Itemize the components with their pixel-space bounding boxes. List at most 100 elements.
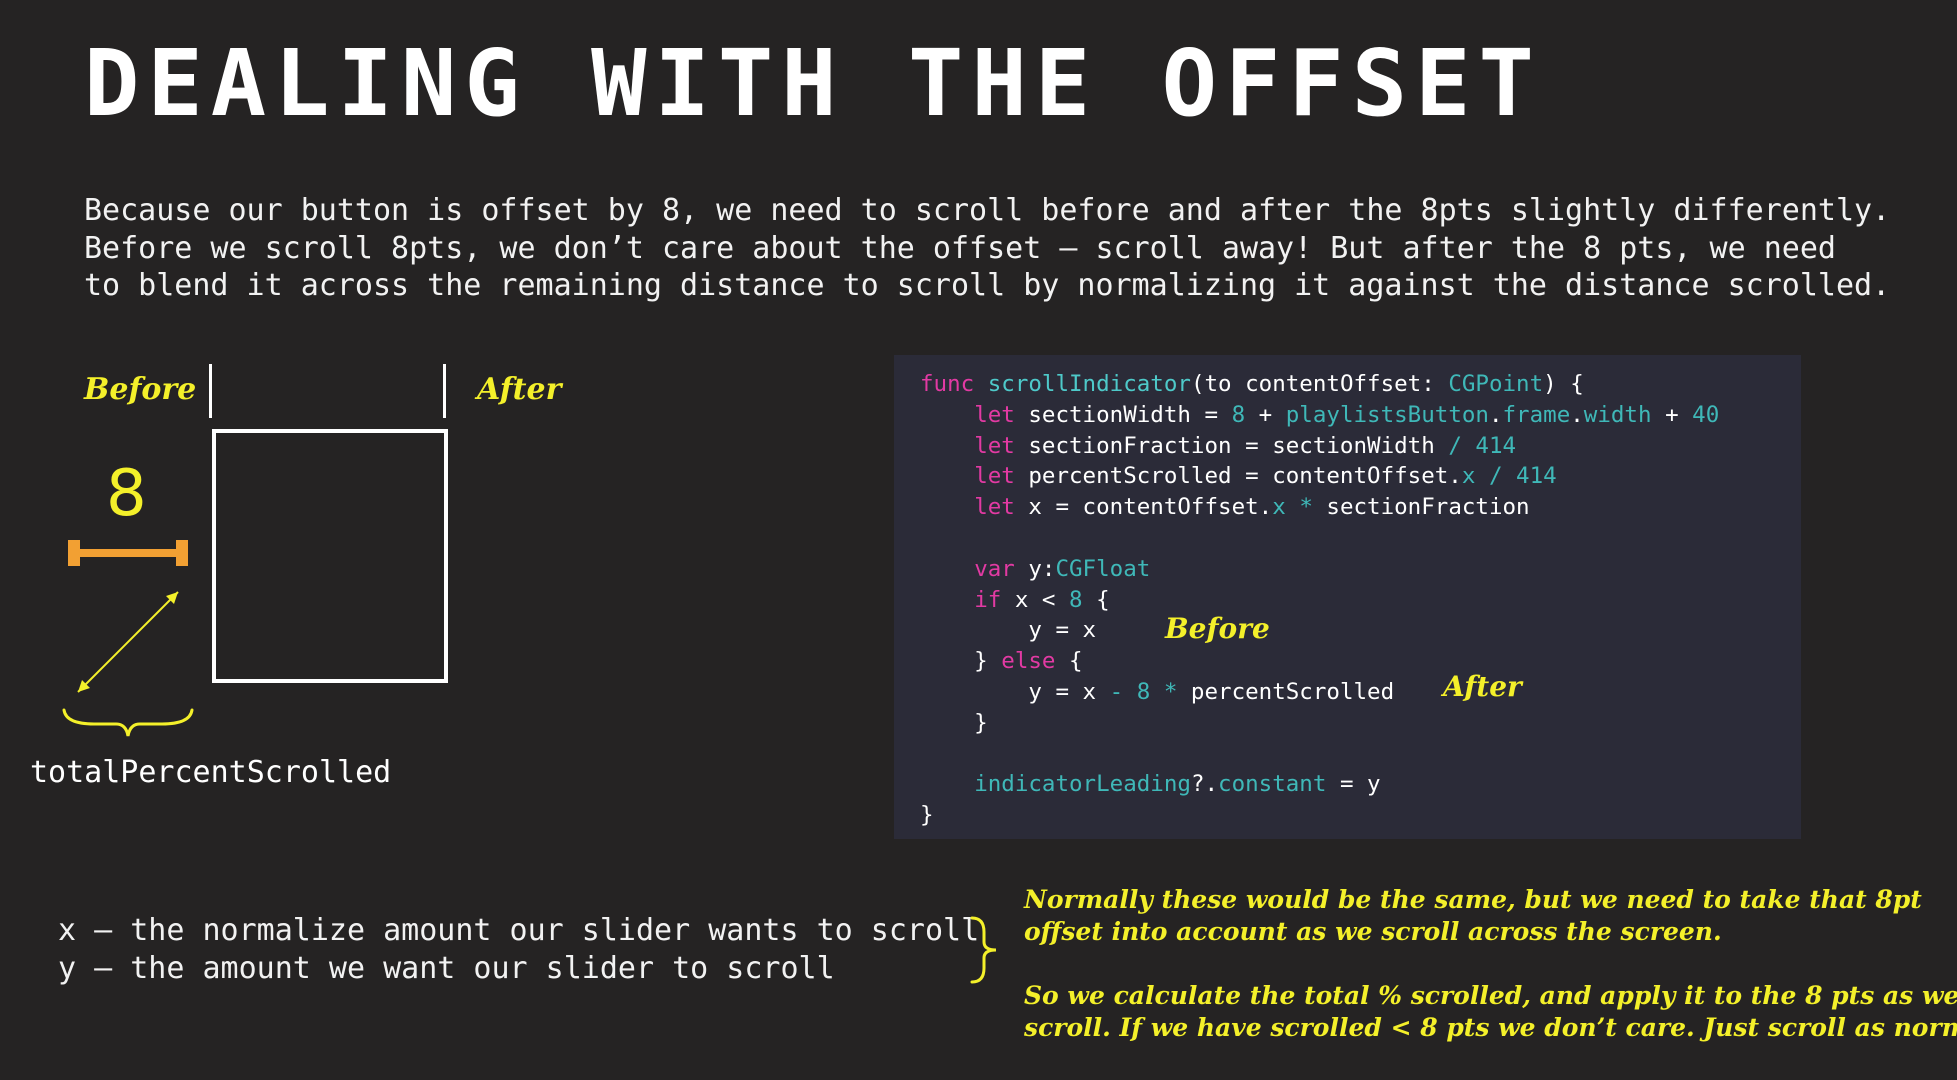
code-token: x <box>1461 463 1476 490</box>
code-token: * <box>1163 678 1178 705</box>
diagonal-arrow-icon <box>77 591 179 693</box>
code-line: let percentScrolled = contentOffset.x / … <box>920 461 1801 492</box>
code-line: y = x <box>920 615 1801 646</box>
code-line: let x = contentOffset.x * sectionFractio… <box>920 492 1801 523</box>
code-token: y = x <box>920 678 1110 705</box>
code-token: CGFloat <box>1055 555 1151 582</box>
code-line: let sectionFraction = sectionWidth / 414 <box>920 431 1801 462</box>
code-token: sectionFraction = sectionWidth <box>1014 432 1449 459</box>
code-token: } <box>920 709 988 736</box>
code-token: let <box>974 432 1015 459</box>
code-token: let <box>974 494 1015 521</box>
code-token: if <box>974 586 1002 613</box>
code-token: sectionWidth = <box>1014 401 1232 428</box>
code-token: y = x <box>920 617 1097 644</box>
code-token: + <box>1651 401 1693 428</box>
note-calculate-percent: So we calculate the total % scrolled, an… <box>1024 980 1957 1044</box>
after-label: After <box>477 372 562 407</box>
code-token: (to contentOffset: <box>1190 371 1449 397</box>
code-token: ?. <box>1190 771 1219 798</box>
intro-line: Because our button is offset by 8, we ne… <box>84 193 1891 228</box>
code-token: x = contentOffset. <box>1014 494 1273 521</box>
code-token: scrollIndicator <box>987 371 1191 397</box>
code-token: func <box>920 371 988 397</box>
before-boundary-line <box>209 364 212 418</box>
code-line: indicatorLeading?.constant = y <box>920 769 1801 800</box>
code-line: if x < 8 { <box>920 585 1801 616</box>
code-token: y: <box>1014 555 1056 582</box>
variable-legend: x – the normalize amount our slider want… <box>58 912 979 987</box>
code-token: 414 <box>1475 432 1517 459</box>
code-token: var <box>974 555 1015 582</box>
before-label: Before <box>84 372 197 407</box>
code-token: / <box>1488 463 1503 490</box>
note-line: So we calculate the total % scrolled, an… <box>1024 981 1957 1010</box>
code-block: func scrollIndicator(to contentOffset: C… <box>894 355 1801 839</box>
code-token: 8 <box>1136 678 1151 705</box>
code-token: CGPoint <box>1448 371 1544 397</box>
code-token: else <box>1001 648 1056 675</box>
code-token: constant <box>1218 771 1327 798</box>
code-token: frame <box>1502 401 1571 428</box>
code-after-annotation: After <box>1443 670 1522 703</box>
page-title: DEALING WITH THE OFFSET <box>84 30 1542 137</box>
code-token: x <box>1272 494 1286 521</box>
right-brace-icon <box>970 916 997 984</box>
code-token: sectionFraction <box>1312 494 1530 521</box>
note-line: Normally these would be the same, but we… <box>1024 885 1922 914</box>
code-token: { <box>1055 648 1083 675</box>
scroll-section-box <box>212 429 448 683</box>
total-percent-label: totalPercentScrolled <box>30 755 392 790</box>
code-token: 414 <box>1516 463 1557 490</box>
code-token: ) { <box>1543 371 1584 397</box>
code-token: width <box>1583 401 1652 428</box>
code-line: let sectionWidth = 8 + playlistsButton.f… <box>920 400 1801 431</box>
code-token: let <box>974 463 1015 490</box>
code-token: . <box>1488 401 1503 428</box>
note-line: scroll. If we have scrolled < 8 pts we d… <box>1024 1013 1957 1042</box>
underbrace-icon <box>62 708 194 737</box>
code-line: func scrollIndicator(to contentOffset: C… <box>920 369 1801 400</box>
code-token: 8 <box>1231 401 1246 428</box>
code-before-annotation: Before <box>1165 612 1270 645</box>
intro-line: Before we scroll 8pts, we don’t care abo… <box>84 230 1836 266</box>
code-token: } <box>920 802 934 829</box>
code-line: } else { <box>920 646 1801 677</box>
offset-value: 8 <box>106 457 147 531</box>
code-token: 8 <box>1069 586 1083 613</box>
code-token: let <box>974 401 1015 428</box>
code-token: - <box>1109 678 1124 705</box>
code-token: { <box>1082 586 1110 613</box>
code-token: + <box>1245 401 1286 428</box>
code-token: indicatorLeading <box>974 771 1191 798</box>
intro-paragraph: Because our button is offset by 8, we ne… <box>84 192 1944 305</box>
legend-x: x – the normalize amount our slider want… <box>58 913 980 948</box>
code-line: } <box>920 708 1801 739</box>
intro-line: to blend it across the remaining distanc… <box>84 268 1891 303</box>
note-same-values: Normally these would be the same, but we… <box>1024 884 1922 948</box>
code-line: } <box>920 800 1801 831</box>
code-token: / <box>1448 432 1462 459</box>
after-boundary-line <box>443 364 446 418</box>
code-token: 40 <box>1692 401 1720 428</box>
code-token: . <box>1570 401 1584 428</box>
code-token: x < <box>1001 586 1070 613</box>
code-token: playlistsButton <box>1285 401 1489 428</box>
code-token: * <box>1299 494 1313 521</box>
code-line: var y:CGFloat <box>920 554 1801 585</box>
